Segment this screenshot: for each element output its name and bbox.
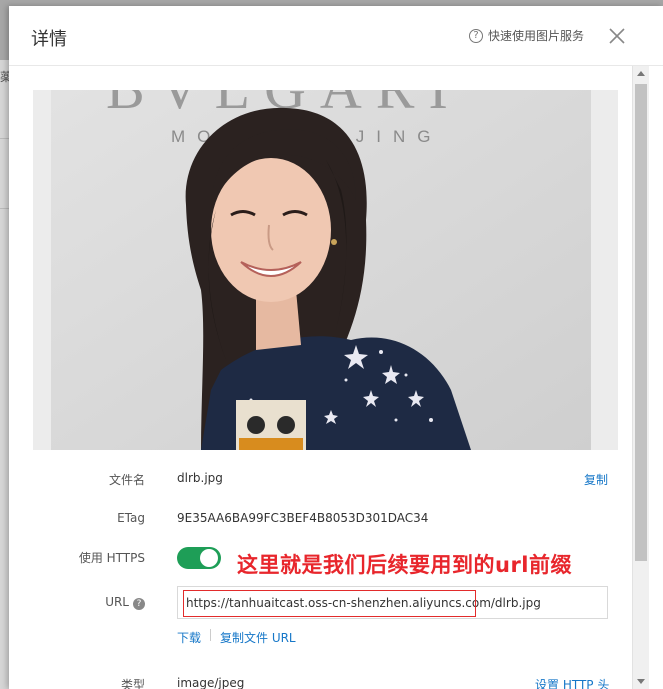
copy-url-link[interactable]: 复制文件 URL xyxy=(220,629,296,646)
https-label: 使用 HTTPS xyxy=(78,551,145,565)
dialog-header: 详情 ? 快速使用图片服务 xyxy=(9,6,663,66)
vertical-scrollbar[interactable] xyxy=(632,66,649,689)
link-separator xyxy=(210,629,211,641)
preview-photo: BVLGARI MONTEBEIJING xyxy=(51,90,591,450)
quick-start-label: 快速使用图片服务 xyxy=(488,29,585,43)
etag-value: 9E35AA6BA99FC3BEF4B8053D301DAC34 xyxy=(177,511,429,525)
etag-label: ETag xyxy=(117,511,145,525)
detail-dialog: 详情 ? 快速使用图片服务 BVLGARI MONTEBEIJING xyxy=(9,6,663,689)
type-value: image/jpeg xyxy=(177,676,245,689)
quick-start-link[interactable]: ? 快速使用图片服务 xyxy=(469,27,584,44)
filename-label: 文件名 xyxy=(108,473,145,487)
copy-filename-link[interactable]: 复制 xyxy=(584,471,608,488)
question-circle-icon: ? xyxy=(469,28,483,43)
close-icon[interactable] xyxy=(608,27,626,45)
url-label: URL xyxy=(105,595,129,609)
image-preview: BVLGARI MONTEBEIJING xyxy=(33,90,618,450)
url-field[interactable]: https://tanhuaitcast.oss-cn-shenzhen.ali… xyxy=(177,586,608,619)
https-toggle[interactable] xyxy=(177,547,221,569)
url-label-group: URL? xyxy=(9,595,145,610)
toggle-knob xyxy=(200,549,218,567)
scroll-down-arrow-icon[interactable] xyxy=(637,679,645,684)
filename-value: dlrb.jpg xyxy=(177,471,223,485)
question-icon[interactable]: ? xyxy=(133,598,145,610)
set-http-header-link[interactable]: 设置 HTTP 头 xyxy=(535,676,609,689)
url-prefix-highlight xyxy=(183,590,476,617)
annotation-text: 这里就是我们后续要用到的url前缀 xyxy=(237,553,573,577)
download-link[interactable]: 下载 xyxy=(177,629,201,646)
type-label: 类型 xyxy=(120,678,145,689)
scroll-up-arrow-icon[interactable] xyxy=(637,71,645,76)
dialog-title: 详情 xyxy=(31,29,67,50)
scrollbar-thumb[interactable] xyxy=(635,84,647,561)
